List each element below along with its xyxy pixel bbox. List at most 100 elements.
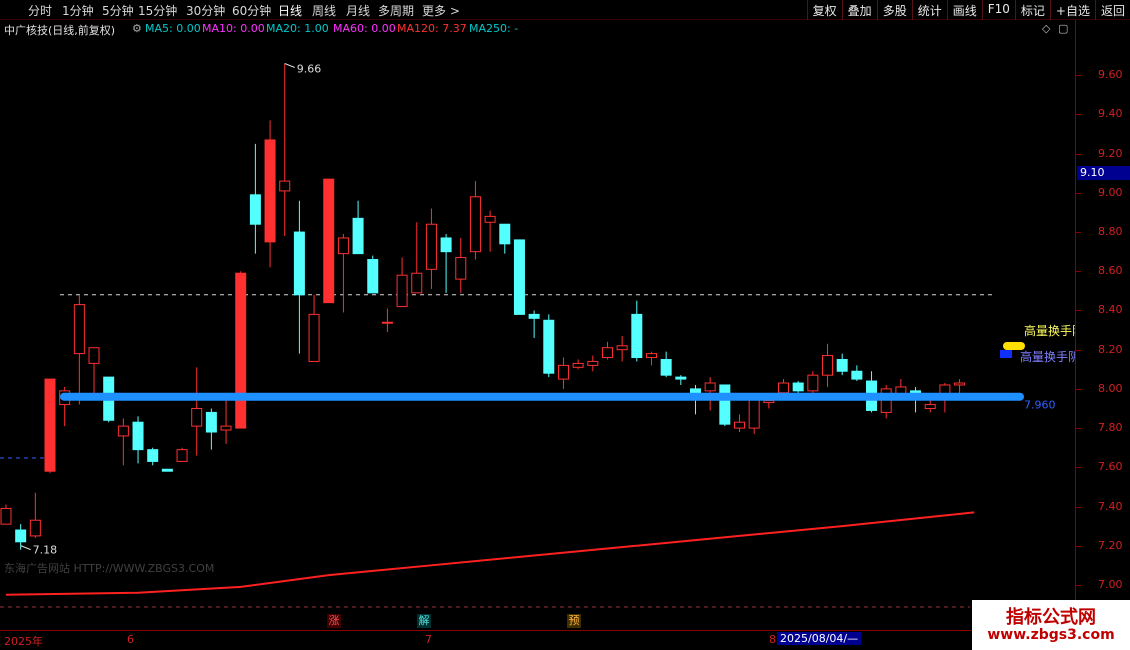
period-tab-9[interactable]: 多周期 xyxy=(378,2,414,19)
toolbar-button-1[interactable]: 叠加 xyxy=(841,0,877,20)
ma250-value: MA250: - xyxy=(469,22,519,35)
candle-body-12 xyxy=(176,449,188,462)
candle-2 xyxy=(29,492,41,538)
candle-body-45 xyxy=(660,358,672,376)
period-tab-5[interactable]: 60分钟 xyxy=(232,2,271,19)
candle-34 xyxy=(499,223,511,254)
toolbar-button-8[interactable]: 返回 xyxy=(1094,0,1130,20)
toolbar-button-0[interactable]: 复权 xyxy=(806,0,842,20)
candle-3 xyxy=(44,378,56,474)
candle-42 xyxy=(616,335,628,362)
marker-zhang[interactable]: 涨 xyxy=(327,614,341,628)
ma120-line xyxy=(5,511,975,596)
overlay-layer: 9.66 7.18 7.960 高量换手阳高量换手阴 xyxy=(20,62,1075,557)
candle-body-28 xyxy=(411,272,423,294)
candle-43 xyxy=(631,300,643,362)
candle-body-8 xyxy=(117,425,129,437)
candle-53 xyxy=(778,379,790,395)
period-tab-8[interactable]: 月线 xyxy=(346,2,370,19)
candle-body-21 xyxy=(308,313,320,362)
candle-body-30 xyxy=(440,237,452,253)
stock-title[interactable]: 中广核技(日线,前复权) xyxy=(4,22,115,38)
toolbar-button-7[interactable]: +自选 xyxy=(1049,0,1095,20)
toolbar-button-3[interactable]: 统计 xyxy=(911,0,947,20)
settings-gear-icon[interactable]: ⚙ xyxy=(132,22,142,35)
window-icon[interactable]: ▢ xyxy=(1058,22,1068,35)
candle-body-51 xyxy=(748,398,760,429)
candle-body-56 xyxy=(822,355,834,376)
high-pointer xyxy=(284,63,295,68)
marker-yu[interactable]: 预 xyxy=(567,614,581,628)
candle-35 xyxy=(513,239,525,315)
candle-body-54 xyxy=(792,382,804,392)
candle-24 xyxy=(352,200,364,255)
date-month-7: 7 xyxy=(425,633,432,646)
candle-63 xyxy=(924,398,936,413)
period-tab-10[interactable]: 更多 > xyxy=(422,2,460,19)
candle-body-23 xyxy=(337,237,349,255)
candle-49 xyxy=(719,384,731,427)
period-tab-3[interactable]: 15分钟 xyxy=(138,2,177,19)
period-tab-4[interactable]: 30分钟 xyxy=(186,2,225,19)
period-tab-1[interactable]: 1分钟 xyxy=(62,2,94,19)
candle-32 xyxy=(469,181,481,260)
candle-body-55 xyxy=(807,374,819,392)
candle-body-46 xyxy=(675,376,687,380)
watermark-text: 东海广告网站 HTTP://WWW.ZBGS3.COM xyxy=(4,561,214,575)
toolbar-button-5[interactable]: F10 xyxy=(981,0,1015,20)
marker-jie[interactable]: 解 xyxy=(417,614,431,628)
candle-36 xyxy=(528,310,540,338)
candle-body-40 xyxy=(587,360,599,366)
candle-56 xyxy=(822,343,834,387)
price-tick-mark-2 xyxy=(1076,153,1081,155)
period-tab-6[interactable]: 日线 xyxy=(278,2,302,19)
candle-body-18 xyxy=(264,139,276,243)
period-tab-2[interactable]: 5分钟 xyxy=(102,2,134,19)
candle-44 xyxy=(645,351,657,366)
candle-body-5 xyxy=(73,304,85,355)
period-tab-7[interactable]: 周线 xyxy=(312,2,336,19)
candle-23 xyxy=(337,234,349,313)
ma5-value: MA5: 0.00 xyxy=(145,22,201,35)
site-logo: 指标公式网 www.zbgs3.com xyxy=(972,600,1130,650)
period-tab-0[interactable]: 分时 xyxy=(28,2,52,19)
candle-body-38 xyxy=(557,364,569,380)
candle-body-3 xyxy=(44,378,56,472)
ma120-value: MA120: 7.37 xyxy=(397,22,467,35)
price-tick-9: 7.80 xyxy=(1098,421,1123,435)
toolbar-button-2[interactable]: 多股 xyxy=(876,0,912,20)
date-month-8: 8 xyxy=(769,633,776,646)
candle-body-14 xyxy=(205,411,217,433)
candle-body-1 xyxy=(15,529,27,543)
candle-body-24 xyxy=(352,217,364,255)
price-tick-0: 9.60 xyxy=(1098,68,1123,82)
candles-layer xyxy=(0,63,966,550)
candlestick-chart[interactable]: 东海广告网站 HTTP://WWW.ZBGS3.COM 9.66 7.18 7.96… xyxy=(0,38,1075,630)
price-tick-mark-6 xyxy=(1076,310,1081,312)
price-tick-8: 8.00 xyxy=(1098,381,1123,395)
current-price-tag: 9.10 xyxy=(1077,166,1130,181)
price-tick-mark-4 xyxy=(1076,232,1081,234)
candle-body-6 xyxy=(88,347,100,364)
candle-58 xyxy=(851,365,863,382)
toolbar-button-6[interactable]: 标记 xyxy=(1014,0,1050,20)
price-tick-7: 8.20 xyxy=(1098,342,1123,356)
candle-body-44 xyxy=(645,353,657,359)
diamond-icon[interactable]: ◇ xyxy=(1042,22,1050,35)
price-axis: 9.60 9.40 9.20 9.00 8.80 8.60 8.40 8.20 8.00 7.80… xyxy=(1075,20,1130,630)
support-price-label: 7.960 xyxy=(1024,399,1056,412)
price-tick-mark-3 xyxy=(1076,192,1081,194)
candle-39 xyxy=(572,359,584,370)
candle-59 xyxy=(866,371,878,413)
candle-body-37 xyxy=(543,319,555,374)
price-tick-4: 8.80 xyxy=(1098,225,1123,239)
candle-body-50 xyxy=(734,421,745,429)
candle-body-63 xyxy=(924,404,936,409)
price-tick-1: 9.40 xyxy=(1098,107,1123,121)
candle-body-9 xyxy=(132,421,144,451)
toolbar-button-4[interactable]: 画线 xyxy=(946,0,982,20)
candle-body-10 xyxy=(147,449,159,462)
candle-11 xyxy=(161,468,173,472)
candle-9 xyxy=(132,416,144,464)
candle-55 xyxy=(807,371,819,395)
